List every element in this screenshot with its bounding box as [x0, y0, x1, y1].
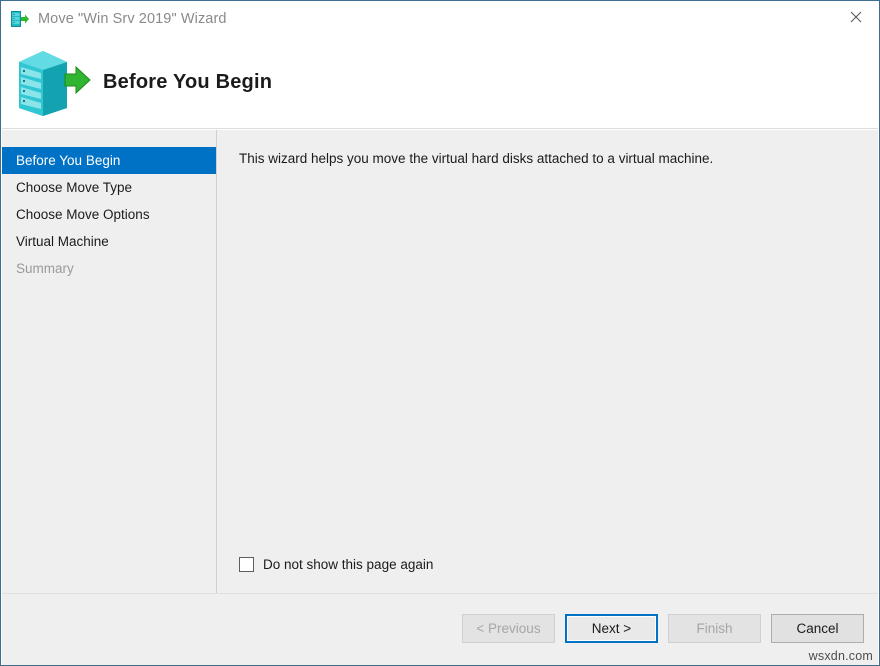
sidebar-item-before-you-begin[interactable]: Before You Begin — [2, 147, 216, 174]
checkbox-label: Do not show this page again — [263, 557, 433, 572]
wizard-window: Move "Win Srv 2019" Wizard — [0, 0, 880, 666]
page-title: Before You Begin — [103, 71, 272, 94]
button-row: < Previous Next > Finish Cancel — [452, 614, 864, 643]
close-icon — [850, 11, 862, 23]
server-move-icon — [10, 9, 30, 29]
cancel-button[interactable]: Cancel — [771, 614, 864, 643]
wizard-body: Before You Begin Choose Move Type Choose… — [2, 130, 878, 593]
next-button[interactable]: Next > — [565, 614, 658, 643]
sidebar-item-virtual-machine[interactable]: Virtual Machine — [2, 228, 216, 255]
wizard-steps-nav: Before You Begin Choose Move Type Choose… — [2, 130, 217, 593]
checkbox-icon[interactable] — [239, 557, 254, 572]
sidebar-item-choose-move-type[interactable]: Choose Move Type — [2, 174, 216, 201]
server-move-icon — [13, 48, 91, 118]
wizard-content-pane: This wizard helps you move the virtual h… — [217, 130, 878, 593]
close-button[interactable] — [833, 1, 879, 33]
do-not-show-again-checkbox-row[interactable]: Do not show this page again — [239, 557, 433, 572]
watermark: wsxdn.com — [809, 649, 873, 663]
sidebar-item-summary: Summary — [2, 255, 216, 282]
title-bar: Move "Win Srv 2019" Wizard — [1, 1, 879, 37]
intro-text: This wizard helps you move the virtual h… — [239, 149, 878, 169]
previous-button: < Previous — [462, 614, 555, 643]
wizard-footer: < Previous Next > Finish Cancel — [2, 593, 878, 665]
window-title: Move "Win Srv 2019" Wizard — [38, 11, 227, 27]
finish-button: Finish — [668, 614, 761, 643]
wizard-header: Before You Begin — [2, 37, 878, 129]
sidebar-item-choose-move-options[interactable]: Choose Move Options — [2, 201, 216, 228]
